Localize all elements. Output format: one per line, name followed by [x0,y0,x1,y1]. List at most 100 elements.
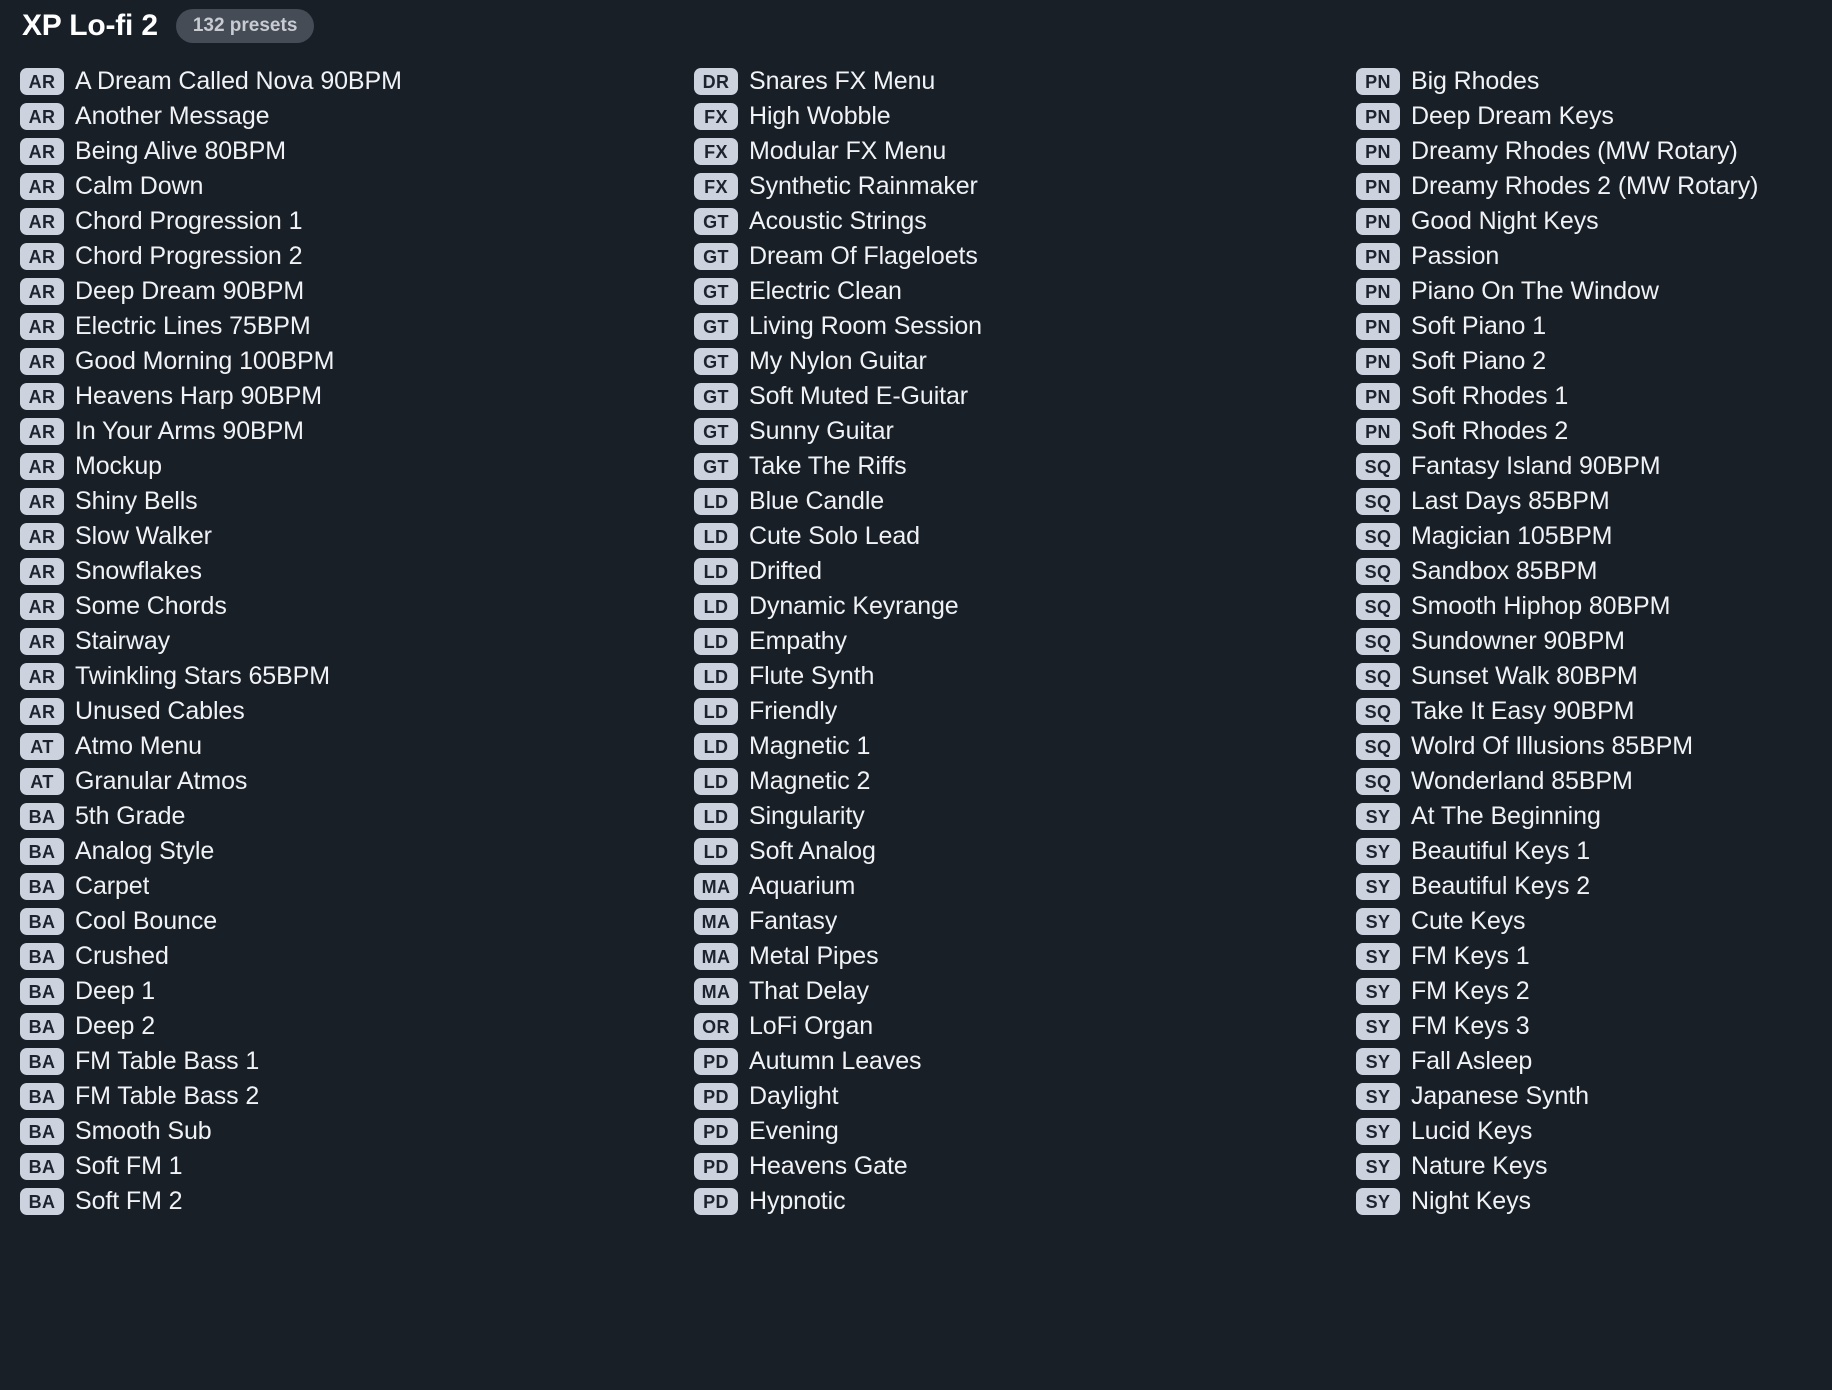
preset-list-item[interactable]: AR Unused Cables [20,694,680,729]
preset-list-item[interactable]: AR Stairway [20,624,680,659]
preset-list-item[interactable]: AR Good Morning 100BPM [20,344,680,379]
preset-list-item[interactable]: SQ Wolrd Of Illusions 85BPM [1356,729,1832,764]
preset-list-item[interactable]: GT Take The Riffs [694,449,1344,484]
preset-list-item[interactable]: BA Crushed [20,939,680,974]
preset-list-item[interactable]: AR Mockup [20,449,680,484]
preset-list-item[interactable]: LD Friendly [694,694,1344,729]
preset-list-item[interactable]: PD Hypnotic [694,1184,1344,1219]
preset-list-item[interactable]: GT Soft Muted E-Guitar [694,379,1344,414]
preset-list-item[interactable]: BA FM Table Bass 2 [20,1079,680,1114]
preset-list-item[interactable]: PN Passion [1356,239,1832,274]
preset-list-item[interactable]: SY FM Keys 3 [1356,1009,1832,1044]
preset-list-item[interactable]: LD Singularity [694,799,1344,834]
preset-list-item[interactable]: PD Evening [694,1114,1344,1149]
preset-list-item[interactable]: SQ Last Days 85BPM [1356,484,1832,519]
preset-name-label: Calm Down [75,174,204,199]
preset-list-item[interactable]: LD Magnetic 1 [694,729,1344,764]
preset-list-item[interactable]: PN Big Rhodes [1356,64,1832,99]
preset-list-item[interactable]: LD Flute Synth [694,659,1344,694]
preset-list-item[interactable]: BA Deep 1 [20,974,680,1009]
preset-list-item[interactable]: AR Slow Walker [20,519,680,554]
preset-list-item[interactable]: SY Lucid Keys [1356,1114,1832,1149]
preset-list-item[interactable]: PN Soft Rhodes 2 [1356,414,1832,449]
preset-list-item[interactable]: SY Beautiful Keys 1 [1356,834,1832,869]
preset-list-item[interactable]: SQ Smooth Hiphop 80BPM [1356,589,1832,624]
preset-list-item[interactable]: FX Modular FX Menu [694,134,1344,169]
preset-list-item[interactable]: BA Cool Bounce [20,904,680,939]
preset-list-item[interactable]: PD Heavens Gate [694,1149,1344,1184]
preset-list-item[interactable]: AR Chord Progression 2 [20,239,680,274]
preset-list-item[interactable]: AT Atmo Menu [20,729,680,764]
preset-list-item[interactable]: BA Smooth Sub [20,1114,680,1149]
preset-list-item[interactable]: SY FM Keys 2 [1356,974,1832,1009]
preset-list-item[interactable]: SQ Sandbox 85BPM [1356,554,1832,589]
preset-list-item[interactable]: LD Dynamic Keyrange [694,589,1344,624]
preset-list-item[interactable]: BA Soft FM 2 [20,1184,680,1219]
preset-list-item[interactable]: AR Twinkling Stars 65BPM [20,659,680,694]
preset-list-item[interactable]: AR Some Chords [20,589,680,624]
preset-list-item[interactable]: PD Autumn Leaves [694,1044,1344,1079]
preset-list-item[interactable]: MA Fantasy [694,904,1344,939]
preset-list-item[interactable]: LD Soft Analog [694,834,1344,869]
preset-list-item[interactable]: GT My Nylon Guitar [694,344,1344,379]
preset-list-item[interactable]: GT Dream Of Flageloets [694,239,1344,274]
preset-list-item[interactable]: GT Electric Clean [694,274,1344,309]
preset-list-item[interactable]: BA Carpet [20,869,680,904]
preset-list-item[interactable]: AR Heavens Harp 90BPM [20,379,680,414]
preset-list-item[interactable]: AR Deep Dream 90BPM [20,274,680,309]
preset-list-item[interactable]: AR Shiny Bells [20,484,680,519]
preset-list-item[interactable]: PN Good Night Keys [1356,204,1832,239]
preset-list-item[interactable]: SY Beautiful Keys 2 [1356,869,1832,904]
preset-list-item[interactable]: FX Synthetic Rainmaker [694,169,1344,204]
preset-list-item[interactable]: SY Nature Keys [1356,1149,1832,1184]
preset-list-item[interactable]: SQ Take It Easy 90BPM [1356,694,1832,729]
preset-list-item[interactable]: PN Soft Rhodes 1 [1356,379,1832,414]
preset-list-item[interactable]: AR In Your Arms 90BPM [20,414,680,449]
preset-list-item[interactable]: MA Aquarium [694,869,1344,904]
preset-list-item[interactable]: BA FM Table Bass 1 [20,1044,680,1079]
preset-list-item[interactable]: BA Soft FM 1 [20,1149,680,1184]
preset-list-item[interactable]: PN Dreamy Rhodes 2 (MW Rotary) [1356,169,1832,204]
preset-list-item[interactable]: SQ Sunset Walk 80BPM [1356,659,1832,694]
preset-list-item[interactable]: FX High Wobble [694,99,1344,134]
preset-list-item[interactable]: SQ Wonderland 85BPM [1356,764,1832,799]
preset-list-item[interactable]: BA Deep 2 [20,1009,680,1044]
preset-list-item[interactable]: LD Magnetic 2 [694,764,1344,799]
preset-list-item[interactable]: GT Acoustic Strings [694,204,1344,239]
preset-list-item[interactable]: GT Sunny Guitar [694,414,1344,449]
preset-list-item[interactable]: SY Cute Keys [1356,904,1832,939]
preset-list-item[interactable]: PN Soft Piano 2 [1356,344,1832,379]
preset-list-item[interactable]: AR Another Message [20,99,680,134]
preset-list-item[interactable]: AR Chord Progression 1 [20,204,680,239]
preset-list-item[interactable]: AR Calm Down [20,169,680,204]
preset-list-item[interactable]: BA 5th Grade [20,799,680,834]
preset-list-item[interactable]: BA Analog Style [20,834,680,869]
preset-list-item[interactable]: DR Snares FX Menu [694,64,1344,99]
preset-list-item[interactable]: SQ Fantasy Island 90BPM [1356,449,1832,484]
preset-list-item[interactable]: PN Soft Piano 1 [1356,309,1832,344]
preset-list-item[interactable]: PN Deep Dream Keys [1356,99,1832,134]
preset-list-item[interactable]: SY Fall Asleep [1356,1044,1832,1079]
preset-list-item[interactable]: LD Cute Solo Lead [694,519,1344,554]
preset-list-item[interactable]: SY Japanese Synth [1356,1079,1832,1114]
preset-list-item[interactable]: PN Piano On The Window [1356,274,1832,309]
preset-list-item[interactable]: SQ Sundowner 90BPM [1356,624,1832,659]
preset-list-item[interactable]: LD Blue Candle [694,484,1344,519]
preset-list-item[interactable]: SQ Magician 105BPM [1356,519,1832,554]
preset-list-item[interactable]: AR Electric Lines 75BPM [20,309,680,344]
preset-list-item[interactable]: LD Empathy [694,624,1344,659]
preset-list-item[interactable]: PN Dreamy Rhodes (MW Rotary) [1356,134,1832,169]
preset-list-item[interactable]: GT Living Room Session [694,309,1344,344]
preset-list-item[interactable]: AR Being Alive 80BPM [20,134,680,169]
preset-list-item[interactable]: OR LoFi Organ [694,1009,1344,1044]
preset-list-item[interactable]: AR Snowflakes [20,554,680,589]
preset-list-item[interactable]: AT Granular Atmos [20,764,680,799]
preset-list-item[interactable]: SY FM Keys 1 [1356,939,1832,974]
preset-list-item[interactable]: SY Night Keys [1356,1184,1832,1219]
preset-list-item[interactable]: PD Daylight [694,1079,1344,1114]
preset-list-item[interactable]: AR A Dream Called Nova 90BPM [20,64,680,99]
preset-list-item[interactable]: SY At The Beginning [1356,799,1832,834]
preset-list-item[interactable]: MA Metal Pipes [694,939,1344,974]
preset-list-item[interactable]: MA That Delay [694,974,1344,1009]
preset-list-item[interactable]: LD Drifted [694,554,1344,589]
